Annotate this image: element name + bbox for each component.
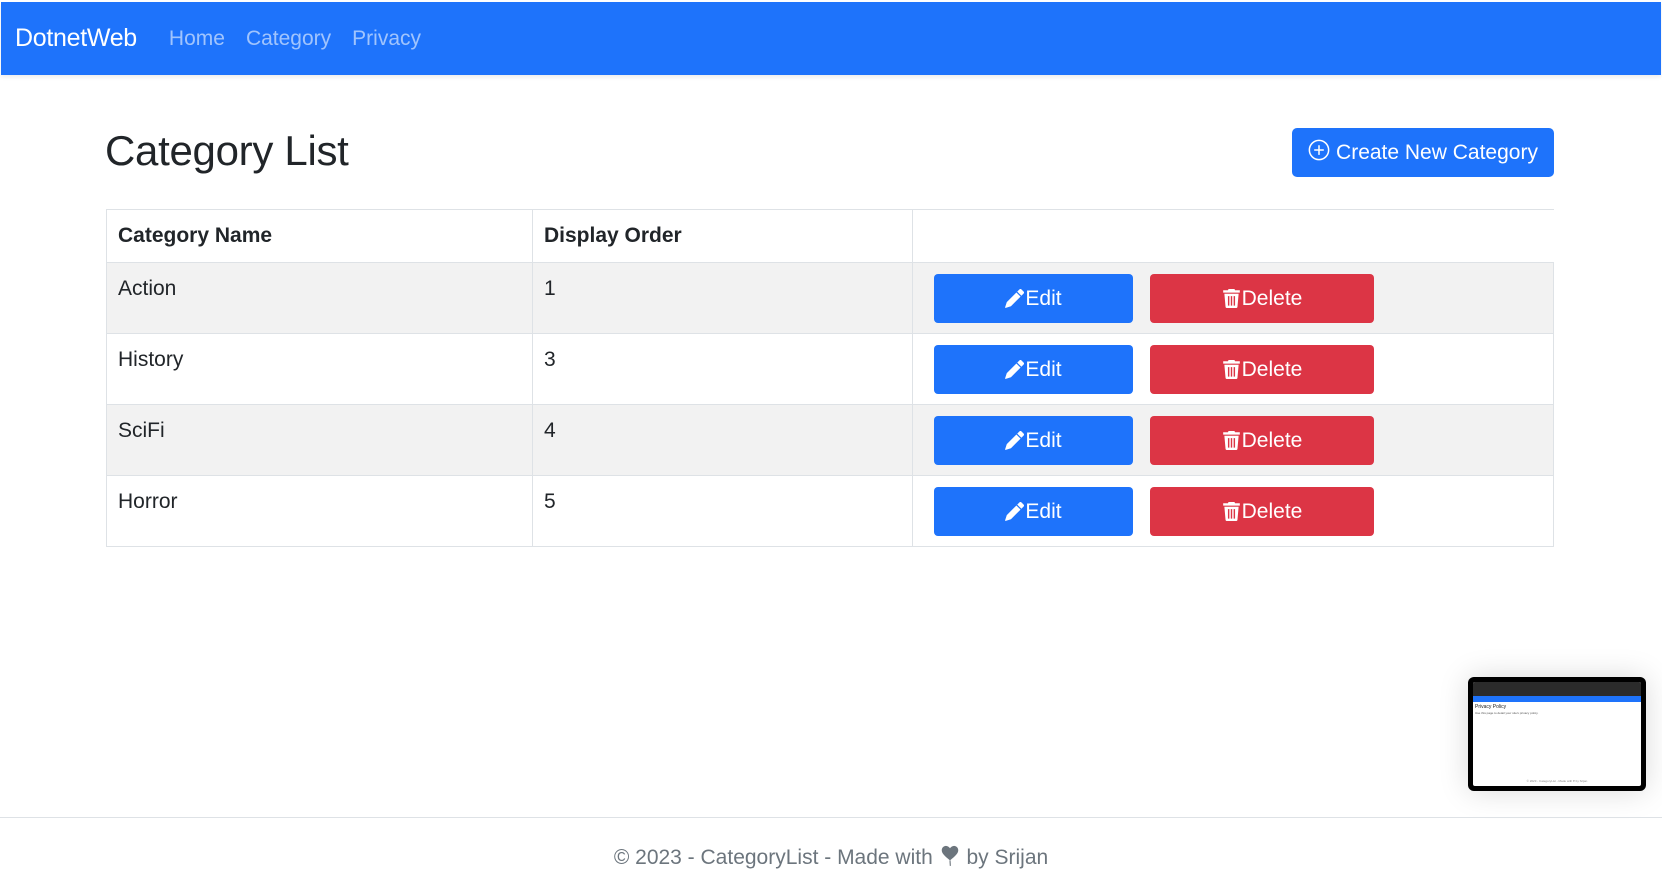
nav-link-home[interactable]: Home	[169, 27, 225, 51]
heart-icon	[941, 845, 959, 867]
top-navbar: DotnetWeb Home Category Privacy	[1, 2, 1661, 75]
table-header-row: Category Name Display Order	[106, 209, 1554, 263]
page-title: Category List	[105, 127, 349, 174]
plus-circle-icon	[1308, 139, 1330, 167]
column-header-display-order: Display Order	[532, 209, 913, 263]
table-row: SciFi 4 Edit Delete	[106, 404, 1554, 476]
edit-button[interactable]: Edit	[934, 345, 1133, 394]
preview-navbar	[1473, 696, 1641, 702]
footer-suffix: by Srijan	[966, 846, 1049, 869]
category-name-cell: History	[106, 333, 533, 405]
column-header-actions	[912, 209, 1554, 263]
actions-cell: Edit Delete	[912, 404, 1554, 476]
category-name-cell: Horror	[106, 475, 533, 547]
delete-button[interactable]: Delete	[1150, 416, 1374, 465]
trash-icon	[1222, 289, 1242, 308]
edit-label: Edit	[1025, 286, 1062, 310]
delete-label: Delete	[1241, 428, 1303, 452]
brand-link[interactable]: DotnetWeb	[15, 24, 137, 53]
table-row: Horror 5 Edit Delete	[106, 475, 1554, 547]
preview-browser-chrome	[1473, 682, 1641, 696]
category-name-cell: Action	[106, 262, 533, 334]
pencil-icon	[1005, 360, 1025, 379]
display-order-cell: 4	[532, 404, 913, 476]
display-order-cell: 5	[532, 475, 913, 547]
edit-label: Edit	[1025, 357, 1062, 381]
footer: © 2023 - CategoryList - Made with by Sri…	[0, 845, 1662, 870]
edit-button[interactable]: Edit	[934, 274, 1133, 323]
category-table: Category Name Display Order Action 1 Edit D…	[106, 209, 1554, 547]
category-name-cell: SciFi	[106, 404, 533, 476]
delete-button[interactable]: Delete	[1150, 345, 1374, 394]
footer-divider	[0, 817, 1662, 818]
pencil-icon	[1005, 289, 1025, 308]
delete-label: Delete	[1241, 499, 1303, 523]
nav-link-privacy[interactable]: Privacy	[352, 27, 421, 51]
actions-cell: Edit Delete	[912, 333, 1554, 405]
trash-icon	[1222, 431, 1242, 450]
table-row: History 3 Edit Delete	[106, 333, 1554, 405]
delete-button[interactable]: Delete	[1150, 274, 1374, 323]
edit-button[interactable]: Edit	[934, 487, 1133, 536]
trash-icon	[1222, 502, 1242, 521]
pencil-icon	[1005, 431, 1025, 450]
table-row: Action 1 Edit Delete	[106, 262, 1554, 334]
delete-label: Delete	[1241, 357, 1303, 381]
preview-title: Privacy Policy	[1475, 704, 1507, 710]
preview-text: Use this page to detail your site's priv…	[1475, 711, 1539, 715]
edit-label: Edit	[1025, 428, 1062, 452]
display-order-cell: 1	[532, 262, 913, 334]
nav-link-category[interactable]: Category	[246, 27, 331, 51]
edit-label: Edit	[1025, 499, 1062, 523]
pencil-icon	[1005, 502, 1025, 521]
create-new-category-button[interactable]: Create New Category	[1292, 128, 1554, 177]
actions-cell: Edit Delete	[912, 475, 1554, 547]
delete-button[interactable]: Delete	[1150, 487, 1374, 536]
delete-label: Delete	[1241, 286, 1303, 310]
create-new-category-label: Create New Category	[1336, 140, 1538, 164]
actions-cell: Edit Delete	[912, 262, 1554, 334]
preview-footer: © 2023 - CategoryList - Made with ♥ by S…	[1526, 779, 1588, 783]
column-header-category-name: Category Name	[106, 209, 533, 263]
display-order-cell: 3	[532, 333, 913, 405]
footer-prefix: © 2023 - CategoryList - Made with	[613, 846, 933, 869]
screenshot-preview-thumbnail[interactable]: Privacy Policy Use this page to detail y…	[1468, 677, 1646, 791]
edit-button[interactable]: Edit	[934, 416, 1133, 465]
trash-icon	[1222, 360, 1242, 379]
